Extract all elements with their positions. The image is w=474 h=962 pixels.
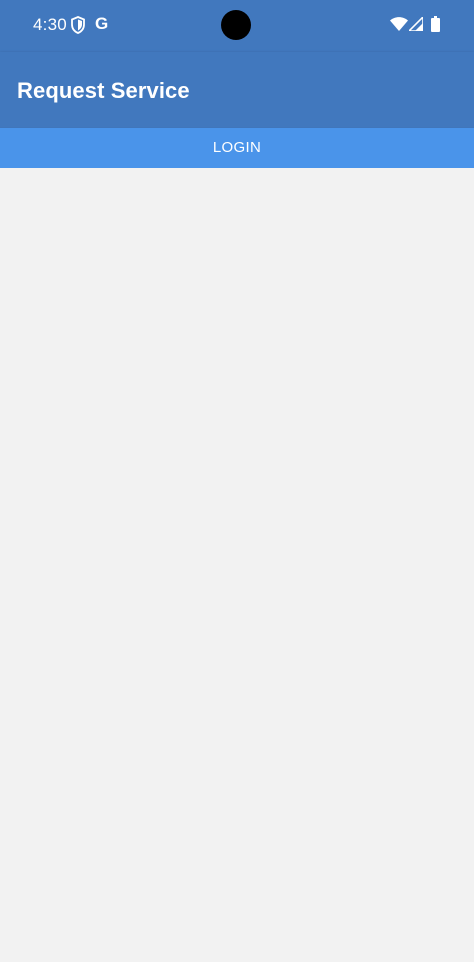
status-bar: 4:30 G <box>0 0 474 52</box>
battery-icon <box>431 16 440 32</box>
page-title: Request Service <box>17 78 190 103</box>
camera-cutout <box>221 10 251 40</box>
signal-icon <box>409 17 423 31</box>
google-icon: G <box>95 14 109 33</box>
shield-icon <box>71 16 85 34</box>
wifi-icon <box>390 17 408 31</box>
content-area <box>0 168 474 962</box>
status-time: 4:30 <box>33 15 67 34</box>
app-bar: Request Service <box>0 52 474 128</box>
login-button[interactable]: LOGIN <box>0 128 474 168</box>
